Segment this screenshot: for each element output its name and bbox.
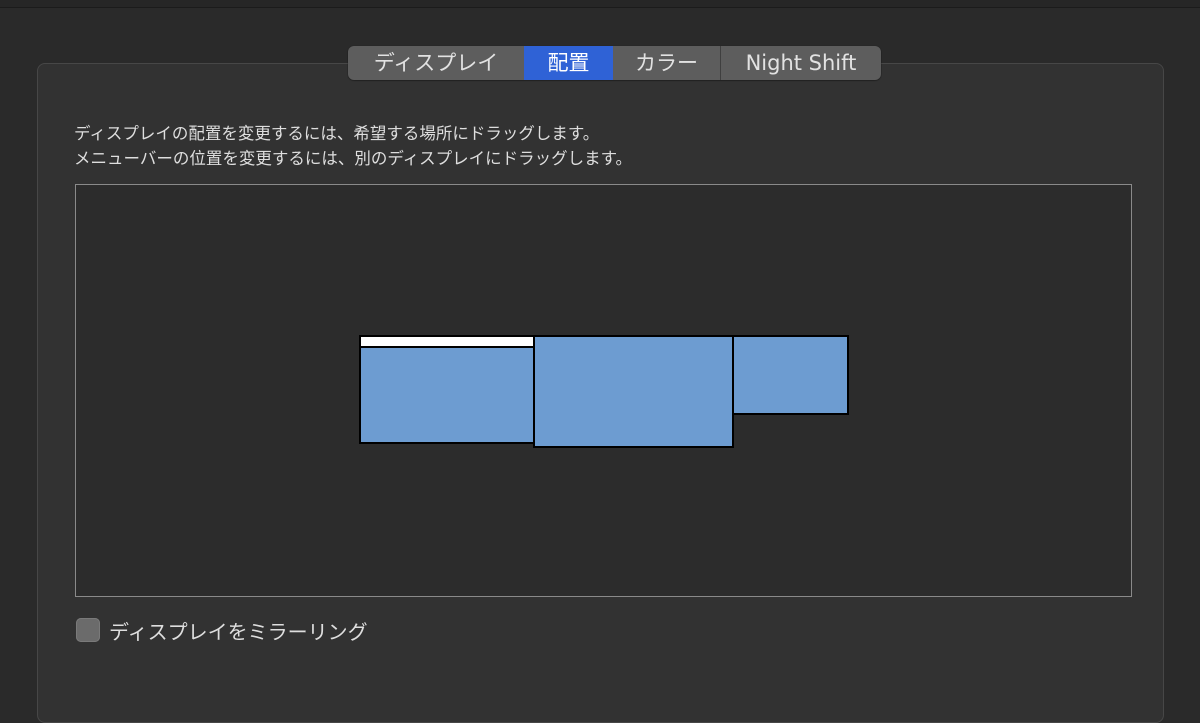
mirror-displays-checkbox[interactable] xyxy=(76,618,100,642)
display-2[interactable] xyxy=(533,335,734,448)
display-1[interactable] xyxy=(359,335,535,444)
display-3[interactable] xyxy=(732,335,849,415)
mirror-displays-label[interactable]: ディスプレイをミラーリング xyxy=(109,616,368,645)
tab-display[interactable]: ディスプレイ xyxy=(348,46,524,80)
tab-arrangement[interactable]: 配置 xyxy=(524,46,612,80)
instructions-line-1: ディスプレイの配置を変更するには、希望する場所にドラッグします。 xyxy=(74,124,600,143)
instructions-text: ディスプレイの配置を変更するには、希望する場所にドラッグします。 メニューバーの… xyxy=(74,121,632,171)
display-arrangement-area xyxy=(75,184,1132,597)
window-top-edge xyxy=(0,0,1200,8)
menu-bar-indicator[interactable] xyxy=(361,337,533,348)
tab-color[interactable]: カラー xyxy=(612,46,720,80)
segmented-tab-control: ディスプレイ 配置 カラー Night Shift xyxy=(348,46,881,80)
tab-night-shift[interactable]: Night Shift xyxy=(720,46,881,80)
instructions-line-2: メニューバーの位置を変更するには、別のディスプレイにドラッグします。 xyxy=(74,149,633,168)
mirror-option: ディスプレイをミラーリング xyxy=(76,616,368,645)
